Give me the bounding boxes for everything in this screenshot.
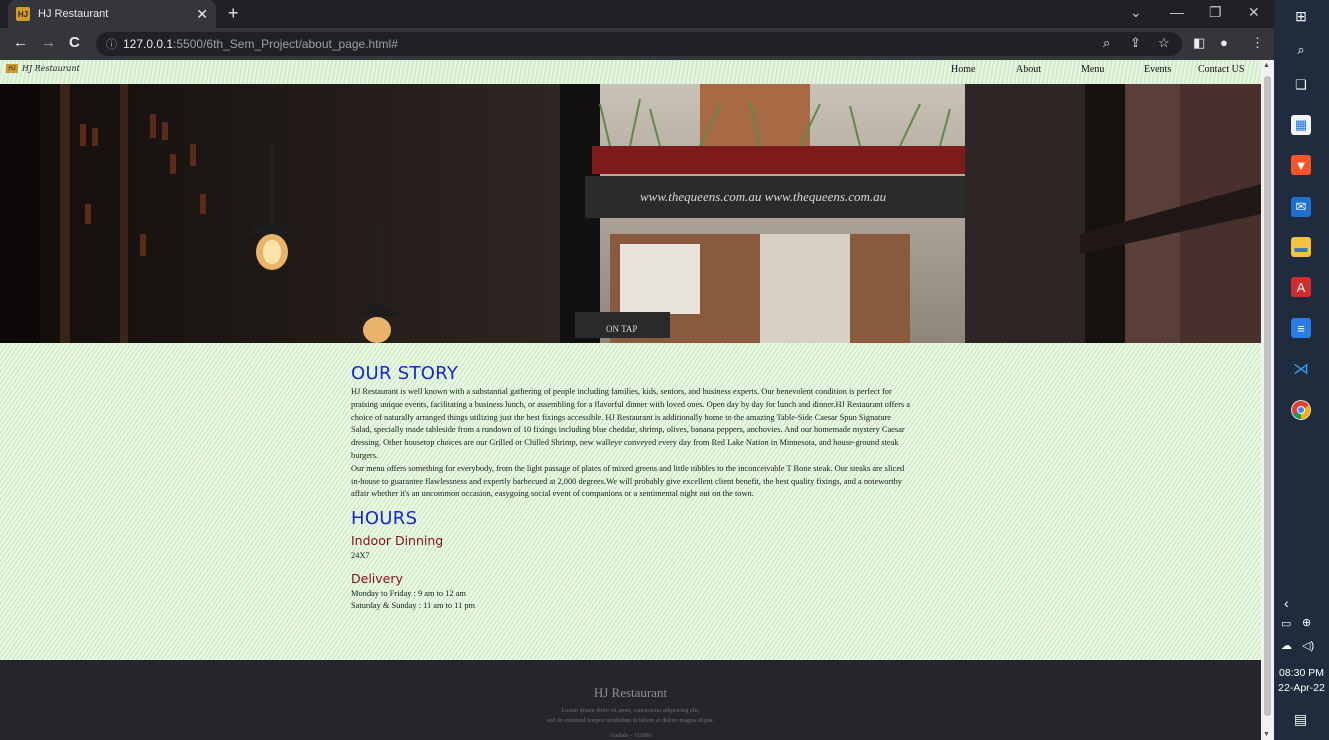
- browser-toolbar: ← → C ⓘ 127.0.0.1:5500/6th_Sem_Project/a…: [0, 28, 1274, 60]
- search-icon[interactable]: ⌕: [1291, 40, 1311, 60]
- globe-icon[interactable]: ⊕: [1302, 616, 1311, 629]
- back-icon[interactable]: ←: [13, 34, 28, 51]
- delivery-weekend: Saturday & Sunday : 11 am to 11 pm: [351, 601, 476, 611]
- logo-mark: HJ: [6, 64, 18, 73]
- footer-brand: HJ Restaurant: [593, 685, 668, 700]
- clock-date: 22-Apr-22: [1278, 682, 1325, 694]
- zoom-icon[interactable]: ⌕: [1103, 35, 1110, 51]
- vscode-icon[interactable]: ⋊: [1291, 359, 1311, 379]
- nav-menu[interactable]: Menu: [1081, 64, 1104, 75]
- task-view-icon[interactable]: ❏: [1291, 75, 1311, 95]
- nav-events[interactable]: Events: [1144, 64, 1171, 75]
- nav-about[interactable]: About: [1016, 64, 1041, 75]
- address-bar[interactable]: ⓘ 127.0.0.1:5500/6th_Sem_Project/about_p…: [96, 32, 1182, 56]
- hero-illustration: www.thequeens.com.au www.thequeens.com.a…: [0, 84, 1261, 343]
- taskbar-clock[interactable]: 08:30 PM 22-Apr-22: [1274, 666, 1329, 696]
- side-panel-icon[interactable]: ◧: [1193, 35, 1205, 51]
- scroll-up-icon[interactable]: ▲: [1263, 62, 1270, 69]
- volume-icon[interactable]: ◁): [1302, 639, 1314, 652]
- brave-icon[interactable]: ▼: [1291, 155, 1311, 175]
- tab-strip: HJ HJ Restaurant ✕ + ⌄ — ❐ ✕: [0, 0, 1274, 28]
- new-tab-icon[interactable]: +: [228, 3, 239, 24]
- story-heading: OUR STORY: [351, 363, 459, 384]
- site-navbar: HJ HJ Restaurant Home About Menu Events …: [0, 60, 1261, 84]
- minimize-icon[interactable]: —: [1170, 4, 1184, 20]
- page-scrollbar[interactable]: ▲ ▼: [1261, 60, 1274, 740]
- restore-icon[interactable]: ❐: [1209, 4, 1222, 21]
- tab-title: HJ Restaurant: [38, 8, 109, 20]
- forward-icon[interactable]: →: [41, 34, 56, 51]
- onedrive-icon[interactable]: ☁: [1281, 639, 1292, 652]
- page-viewport: HJ HJ Restaurant Home About Menu Events …: [0, 60, 1261, 740]
- indoor-dinning-time: 24X7: [351, 551, 370, 561]
- footer-address: Ambala - 133001: [609, 733, 652, 739]
- acrobat-icon[interactable]: A: [1291, 277, 1311, 297]
- tray-chevron-icon[interactable]: ‹: [1284, 595, 1289, 611]
- story-section: OUR STORY HJ Restaurant is well known wi…: [351, 363, 913, 613]
- file-explorer-icon[interactable]: ▬: [1291, 237, 1311, 257]
- logo-text: HJ Restaurant: [22, 64, 80, 73]
- windows-taskbar: ⊞ ⌕ ❏ ▦ ▼ ✉ ▬ A ≡ ⋊ ‹ ▭ ⊕ ☁ ◁) 08:30 PM …: [1274, 0, 1329, 740]
- hero-plaque-text: ON TAP: [606, 324, 637, 334]
- nav-home[interactable]: Home: [951, 64, 975, 75]
- story-paragraph-2: Our menu offers something for everybody,…: [351, 463, 905, 499]
- mail-icon[interactable]: ✉: [1291, 197, 1311, 217]
- chrome-logo-icon: [1292, 401, 1310, 419]
- scroll-down-icon[interactable]: ▼: [1263, 731, 1270, 738]
- start-windows-icon[interactable]: ⊞: [1291, 6, 1311, 26]
- hero-sign-text: www.thequeens.com.au www.thequeens.com.a…: [640, 189, 887, 204]
- scrollbar-thumb[interactable]: [1264, 76, 1271, 716]
- close-window-icon[interactable]: ✕: [1248, 4, 1260, 21]
- notifications-icon[interactable]: ▤: [1294, 711, 1307, 728]
- about-content: OUR STORY HJ Restaurant is well known wi…: [0, 343, 1261, 660]
- store-icon[interactable]: ▦: [1291, 115, 1311, 135]
- browser-window: HJ HJ Restaurant ✕ + ⌄ — ❐ ✕ ← → C ⓘ 127…: [0, 0, 1274, 740]
- footer-text-line-1: Lorem ipsum dolor sit amet, consectetur …: [561, 707, 700, 714]
- battery-icon[interactable]: ▭: [1281, 617, 1291, 630]
- chrome-icon[interactable]: [1291, 400, 1311, 420]
- bookmark-star-icon[interactable]: ☆: [1158, 35, 1170, 51]
- indoor-dinning-title: Indoor Dinning: [351, 533, 444, 549]
- menu-kebab-icon[interactable]: ⋮: [1251, 35, 1264, 51]
- delivery-weekday: Monday to Friday : 9 am to 12 am: [351, 588, 466, 598]
- url-host: 127.0.0.1: [123, 37, 174, 51]
- tab-hj-restaurant[interactable]: HJ HJ Restaurant ✕: [8, 0, 216, 28]
- story-paragraph-1: HJ Restaurant is well known with a subst…: [351, 387, 910, 460]
- delivery-title: Delivery: [351, 570, 403, 586]
- reload-icon[interactable]: C: [69, 34, 80, 51]
- clock-time: 08:30 PM: [1279, 667, 1324, 679]
- nav-contact-us[interactable]: Contact US: [1198, 64, 1244, 75]
- share-icon[interactable]: ⇪: [1130, 35, 1141, 51]
- tab-search-icon[interactable]: ⌄: [1130, 4, 1142, 21]
- url-path: :5500/6th_Sem_Project/about_page.html#: [173, 37, 398, 51]
- favicon-icon: HJ: [16, 7, 30, 21]
- hero-image: www.thequeens.com.au www.thequeens.com.a…: [0, 84, 1261, 343]
- hours-heading: HOURS: [351, 508, 418, 530]
- site-footer: HJ Restaurant Lorem ipsum dolor sit amet…: [0, 660, 1261, 740]
- footer-text-line-2: sed do eiusmod tempor incididunt ut labo…: [546, 717, 715, 724]
- profile-icon[interactable]: ●: [1220, 35, 1228, 50]
- docs-icon[interactable]: ≡: [1291, 318, 1311, 338]
- site-logo[interactable]: HJ HJ Restaurant: [6, 64, 80, 73]
- close-tab-icon[interactable]: ✕: [196, 6, 208, 23]
- site-info-icon[interactable]: ⓘ: [106, 36, 117, 52]
